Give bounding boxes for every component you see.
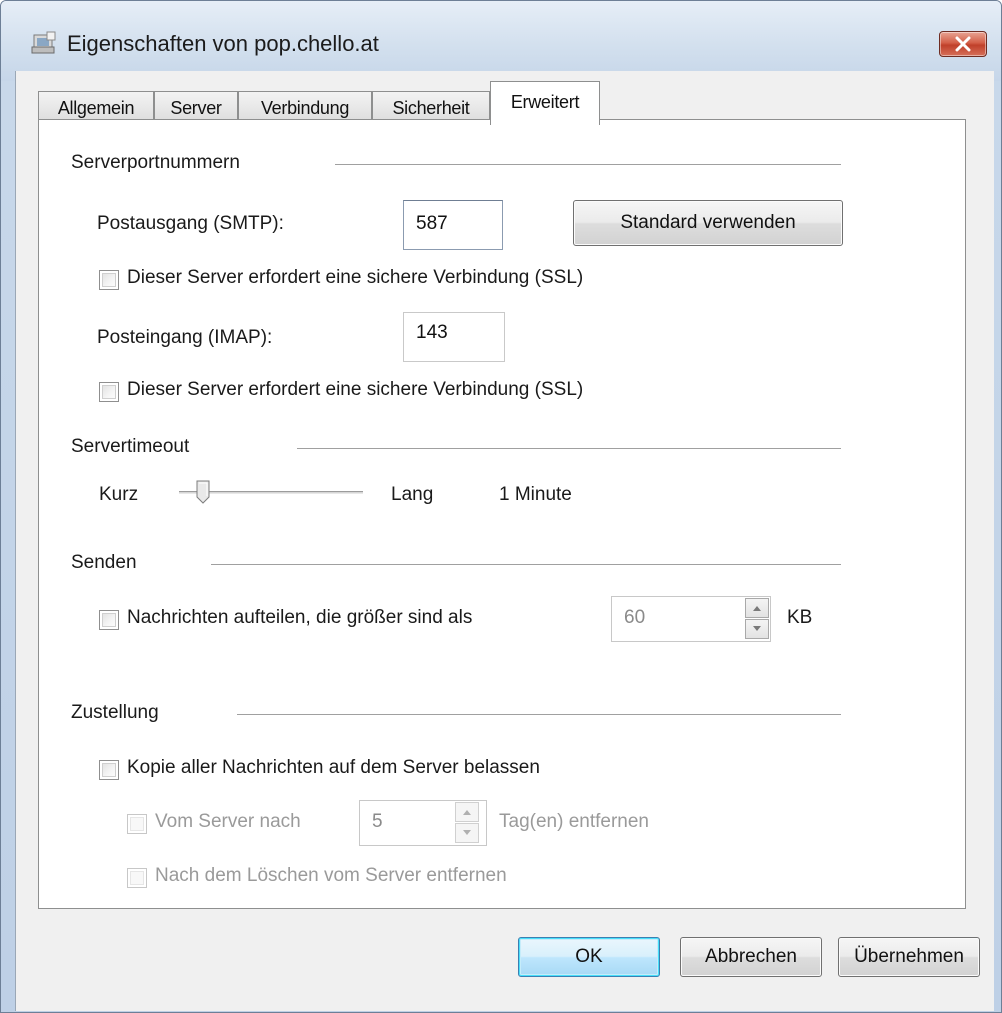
apply-button[interactable]: Übernehmen bbox=[838, 937, 980, 977]
spin-up-button[interactable] bbox=[455, 802, 479, 822]
group-title-send: Senden bbox=[71, 552, 137, 573]
group-title-timeout: Servertimeout bbox=[71, 436, 190, 457]
timeout-min-label: Kurz bbox=[99, 484, 139, 505]
up-arrow-icon bbox=[753, 606, 761, 611]
close-button[interactable] bbox=[939, 31, 987, 57]
spin-down-button[interactable] bbox=[745, 619, 769, 639]
group-divider bbox=[297, 448, 841, 449]
split-messages-label: Nachrichten aufteilen, die größer sind a… bbox=[127, 607, 473, 628]
group-title-delivery: Zustellung bbox=[71, 702, 159, 723]
use-default-button[interactable]: Standard verwenden bbox=[573, 200, 843, 246]
keep-copy-label: Kopie aller Nachrichten auf dem Server b… bbox=[127, 757, 540, 778]
smtp-ssl-label: Dieser Server erfordert eine sichere Ver… bbox=[127, 267, 584, 288]
down-arrow-icon bbox=[463, 830, 471, 835]
spin-up-button[interactable] bbox=[745, 598, 769, 618]
down-arrow-icon bbox=[753, 626, 761, 631]
properties-dialog: Eigenschaften von pop.chello.at Allgemei… bbox=[0, 0, 1002, 1013]
window-title: Eigenschaften von pop.chello.at bbox=[67, 31, 379, 56]
smtp-port-label: Postausgang (SMTP): bbox=[97, 213, 284, 234]
smtp-port-input[interactable]: 587 bbox=[403, 200, 503, 250]
remove-on-delete-label: Nach dem Löschen vom Server entfernen bbox=[155, 865, 507, 886]
timeout-max-label: Lang bbox=[391, 484, 434, 505]
smtp-ssl-checkbox[interactable] bbox=[99, 270, 119, 290]
spin-down-button[interactable] bbox=[455, 823, 479, 843]
cancel-button[interactable]: Abbrechen bbox=[680, 937, 822, 977]
imap-port-input[interactable]: 143 bbox=[403, 312, 505, 362]
tab-panel-erweitert: Serverportnummern Postausgang (SMTP): 58… bbox=[38, 119, 966, 909]
title-bar[interactable]: Eigenschaften von pop.chello.at bbox=[1, 1, 1001, 81]
remove-after-unit: Tag(en) entfernen bbox=[499, 811, 649, 832]
remove-after-label: Vom Server nach bbox=[155, 811, 301, 832]
imap-ssl-checkbox[interactable] bbox=[99, 382, 119, 402]
timeout-value: 1 Minute bbox=[499, 484, 572, 505]
group-title-serverports: Serverportnummern bbox=[71, 152, 240, 173]
imap-port-label: Posteingang (IMAP): bbox=[97, 327, 273, 348]
timeout-slider-thumb[interactable] bbox=[196, 480, 210, 504]
remove-on-delete-checkbox[interactable] bbox=[127, 868, 147, 888]
mail-account-icon bbox=[31, 31, 57, 55]
split-messages-checkbox[interactable] bbox=[99, 610, 119, 630]
split-size-unit: KB bbox=[787, 607, 813, 628]
close-icon bbox=[955, 36, 971, 52]
keep-copy-checkbox[interactable] bbox=[99, 760, 119, 780]
group-divider bbox=[211, 564, 841, 565]
ok-button[interactable]: OK bbox=[518, 937, 660, 977]
up-arrow-icon bbox=[463, 810, 471, 815]
imap-ssl-label: Dieser Server erfordert eine sichere Ver… bbox=[127, 379, 584, 400]
group-divider bbox=[237, 714, 841, 715]
group-divider bbox=[335, 164, 841, 165]
tab-erweitert[interactable]: Erweitert bbox=[490, 81, 600, 125]
remove-after-checkbox[interactable] bbox=[127, 814, 147, 834]
dialog-client-area: Allgemein Server Verbindung Sicherheit E… bbox=[15, 71, 994, 1011]
